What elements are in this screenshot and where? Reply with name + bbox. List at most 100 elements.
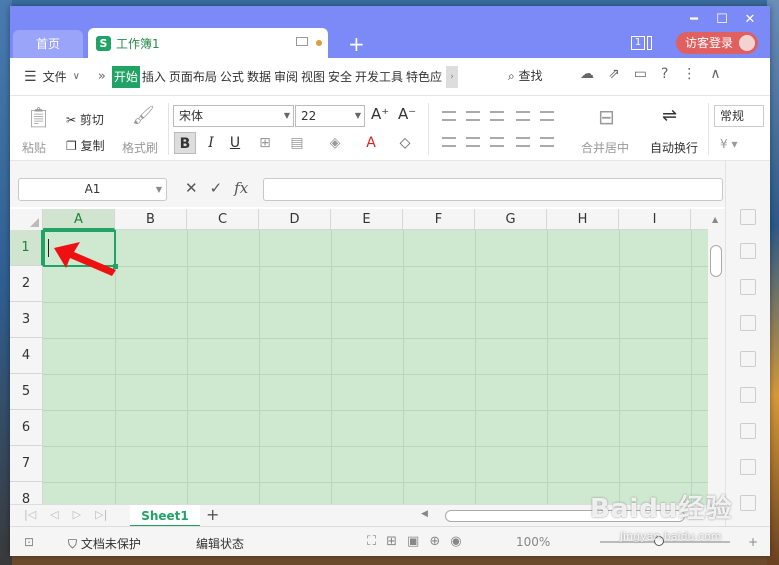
- scrollbar-thumb[interactable]: [710, 245, 722, 277]
- row-header[interactable]: 4: [10, 338, 43, 374]
- copy-button[interactable]: ❐ 复制: [66, 137, 105, 154]
- help-icon[interactable]: ?: [661, 66, 668, 82]
- eye-protect-icon[interactable]: ◉: [450, 534, 461, 549]
- cut-button[interactable]: ✂ 剪切: [66, 111, 104, 128]
- next-sheet-icon[interactable]: ▷: [73, 508, 81, 521]
- column-header[interactable]: C: [187, 209, 259, 230]
- align-left-icon[interactable]: [442, 137, 456, 147]
- chart-icon[interactable]: [740, 387, 756, 403]
- column-header[interactable]: A: [43, 209, 115, 230]
- column-header[interactable]: G: [475, 209, 547, 230]
- chevron-down-icon[interactable]: ∨: [73, 71, 80, 82]
- align-right-icon[interactable]: [490, 137, 504, 147]
- select-icon[interactable]: [740, 209, 756, 225]
- layout-icon[interactable]: ▭: [634, 66, 647, 82]
- file-menu[interactable]: 文件: [43, 68, 67, 85]
- style-icon[interactable]: [740, 279, 756, 295]
- tab-review[interactable]: 审阅: [273, 66, 299, 88]
- scroll-left-icon[interactable]: ◀: [421, 509, 428, 519]
- column-header[interactable]: F: [403, 209, 475, 230]
- currency-icon[interactable]: ¥ ▾: [720, 137, 737, 151]
- format-painter-icon[interactable]: 🖌︎: [132, 105, 155, 126]
- row-header[interactable]: 6: [10, 410, 43, 446]
- align-bottom-icon[interactable]: [490, 111, 504, 121]
- decrease-font-icon[interactable]: A⁻: [398, 105, 416, 123]
- new-tab-button[interactable]: +: [348, 32, 365, 56]
- column-header[interactable]: H: [547, 209, 619, 230]
- window-list-icon[interactable]: [647, 36, 652, 50]
- monitor-icon[interactable]: [296, 37, 308, 46]
- vertical-scrollbar[interactable]: ▲ ▼: [708, 209, 725, 514]
- distribute-icon[interactable]: [540, 137, 554, 147]
- font-color-icon[interactable]: A: [360, 132, 382, 154]
- backup-icon[interactable]: [740, 495, 756, 511]
- add-sheet-button[interactable]: +: [206, 505, 219, 524]
- tab-home[interactable]: 首页: [13, 30, 83, 58]
- tab-developer[interactable]: 开发工具: [354, 66, 404, 88]
- normal-view-icon[interactable]: ⊞: [386, 534, 397, 549]
- column-header[interactable]: D: [259, 209, 331, 230]
- search-button[interactable]: ⌕ 查找: [508, 67, 543, 84]
- close-button[interactable]: ✕: [736, 10, 764, 30]
- tab-formulas[interactable]: 公式: [219, 66, 245, 88]
- more-icon[interactable]: »: [98, 69, 106, 84]
- sheet-tab[interactable]: Sheet1: [130, 505, 200, 527]
- hamburger-menu-icon[interactable]: ☰: [24, 69, 37, 85]
- cancel-icon[interactable]: ✕: [185, 179, 198, 197]
- underline-button[interactable]: U: [224, 132, 246, 154]
- increase-font-icon[interactable]: A⁺: [371, 105, 389, 123]
- bold-button[interactable]: B: [174, 132, 196, 154]
- protect-status[interactable]: ⛉ 文档未保护: [68, 535, 141, 552]
- prev-sheet-icon[interactable]: ◁: [50, 508, 58, 521]
- justify-icon[interactable]: [516, 137, 530, 147]
- wrap-text-button[interactable]: 自动换行: [650, 139, 698, 156]
- last-sheet-icon[interactable]: ▷|: [95, 508, 107, 521]
- select-all-corner[interactable]: [10, 209, 43, 230]
- row-header[interactable]: 1: [10, 230, 43, 266]
- italic-button[interactable]: I: [200, 132, 222, 154]
- column-header[interactable]: I: [619, 209, 691, 230]
- split-view-icon[interactable]: ⊕: [429, 534, 440, 549]
- row-header[interactable]: 3: [10, 302, 43, 338]
- merge-center-button[interactable]: 合并居中: [581, 139, 629, 156]
- table-icon[interactable]: [740, 315, 756, 331]
- tab-page-layout[interactable]: 页面布局: [168, 66, 218, 88]
- indent-increase-icon[interactable]: [540, 111, 554, 121]
- indent-decrease-icon[interactable]: [516, 111, 530, 121]
- clear-eraser-icon[interactable]: ◇: [394, 132, 416, 154]
- border-icon[interactable]: ⊞: [254, 132, 276, 154]
- align-top-icon[interactable]: [442, 111, 456, 121]
- format-painter-button[interactable]: 格式刷: [122, 139, 158, 156]
- row-header[interactable]: 2: [10, 266, 43, 302]
- row-header[interactable]: 7: [10, 446, 43, 482]
- settings-icon[interactable]: [740, 423, 756, 439]
- shapes-icon[interactable]: [740, 243, 756, 259]
- tab-start[interactable]: 开始: [111, 65, 140, 88]
- align-center-icon[interactable]: [466, 137, 480, 147]
- wrap-text-icon[interactable]: ⇌: [662, 105, 677, 126]
- function-icon[interactable]: fx: [234, 179, 248, 197]
- status-view-icon[interactable]: ⊡: [24, 535, 34, 549]
- guest-login-button[interactable]: 访客登录: [676, 32, 758, 54]
- tab-data[interactable]: 数据: [246, 66, 272, 88]
- page-break-icon[interactable]: ▣: [407, 534, 419, 549]
- fullscreen-icon[interactable]: ⛶: [367, 534, 376, 549]
- name-box[interactable]: A1 ▼: [18, 178, 167, 201]
- column-header[interactable]: B: [115, 209, 187, 230]
- number-format-select[interactable]: 常规: [714, 105, 764, 127]
- merge-center-icon[interactable]: ⊟: [598, 105, 615, 129]
- font-name-select[interactable]: 宋体 ▼: [173, 105, 294, 127]
- export-icon[interactable]: [740, 459, 756, 475]
- scroll-up-icon[interactable]: ▲: [712, 215, 718, 224]
- share-icon[interactable]: ⇗: [608, 66, 620, 82]
- fill-color-icon[interactable]: ◈: [324, 132, 346, 154]
- font-size-select[interactable]: 22 ▼: [295, 105, 365, 127]
- tab-view[interactable]: 视图: [300, 66, 326, 88]
- formula-input[interactable]: [263, 178, 723, 201]
- minimize-button[interactable]: ━: [680, 10, 708, 30]
- window-count-badge[interactable]: 1: [631, 36, 645, 50]
- cloud-sync-icon[interactable]: ☁: [580, 66, 594, 82]
- paste-icon[interactable]: 📋︎: [26, 105, 51, 129]
- confirm-icon[interactable]: ✓: [210, 179, 223, 197]
- first-sheet-icon[interactable]: |◁: [24, 508, 36, 521]
